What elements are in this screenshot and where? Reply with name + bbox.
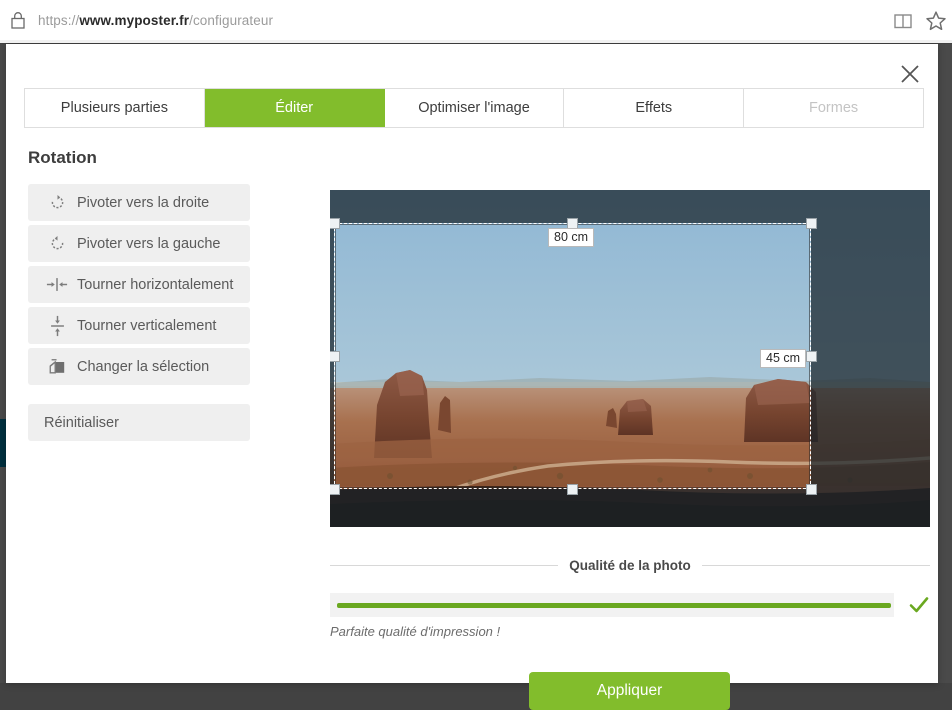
tab-editer[interactable]: Éditer [204,89,385,127]
flip-horizontal-icon [44,277,70,292]
reset-button[interactable]: Réinitialiser [28,404,250,441]
handle-bottom-right[interactable] [806,484,817,495]
rotate-left-label: Pivoter vers la gauche [77,235,221,252]
star-icon[interactable] [924,9,948,33]
rotate-right-button[interactable]: Pivoter vers la droite [28,184,250,221]
handle-middle-right[interactable] [806,351,817,362]
url-path: /configurateur [189,12,274,28]
rule-left [330,564,559,566]
quality-caption: Parfaite qualité d'impression ! [330,624,501,639]
rotate-left-icon [44,235,70,252]
quality-fill [337,602,891,608]
change-selection-label: Changer la sélection [77,358,210,375]
rotate-right-icon [44,194,70,211]
handle-middle-left[interactable] [330,351,340,362]
url-host: www.myposter.fr [79,12,190,28]
backdrop-right-strip [938,44,952,693]
handle-bottom-center[interactable] [567,484,578,495]
handle-bottom-left[interactable] [330,484,340,495]
quality-title: Qualité de la photo [569,557,691,573]
width-dimension-label[interactable]: 80 cm [548,228,595,247]
flip-vertical-label: Tourner verticalement [77,317,217,334]
page-title: Rotation [28,148,97,167]
handle-top-right[interactable] [806,218,817,229]
tab-formes: Formes [744,89,923,127]
handle-top-left[interactable] [330,218,340,229]
rotation-sidebar: Rotation Pivoter vers la droite Pivoter … [28,148,272,445]
lock-icon [9,10,27,30]
height-dimension-label[interactable]: 45 cm [760,349,807,368]
rule-right [701,564,931,566]
quality-meter [330,592,930,618]
check-icon [908,594,930,616]
tab-optimiser-image[interactable]: Optimiser l'image [384,89,565,127]
close-icon[interactable] [893,57,927,91]
quality-track [330,593,894,617]
rotate-left-button[interactable]: Pivoter vers la gauche [28,225,250,262]
change-selection-button[interactable]: Changer la sélection [28,348,250,385]
tab-plusieurs-parties[interactable]: Plusieurs parties [25,89,205,127]
flip-horizontal-button[interactable]: Tourner horizontalement [28,266,250,303]
image-canvas[interactable]: 80 cm 45 cm [330,190,930,527]
flip-vertical-icon [44,315,70,337]
selection-preview [334,223,811,489]
editor-modal: Plusieurs parties Éditer Optimiser l'ima… [6,44,938,710]
browser-toolbar-actions [891,0,948,41]
url-input[interactable]: https://www.myposter.fr/configurateur [38,13,273,28]
rotate-right-label: Pivoter vers la droite [77,194,210,211]
flip-horizontal-label: Tourner horizontalement [77,276,234,293]
url-scheme: https:// [38,12,80,28]
change-selection-icon [44,358,70,375]
reading-view-icon[interactable] [891,9,915,33]
tab-bar: Plusieurs parties Éditer Optimiser l'ima… [24,88,924,128]
tab-effets[interactable]: Effets [564,89,745,127]
quality-section-header: Qualité de la photo [330,556,931,574]
flip-vertical-button[interactable]: Tourner verticalement [28,307,250,344]
backdrop-bottom-strip [0,683,952,693]
apply-button[interactable]: Appliquer [529,672,730,710]
reset-label: Réinitialiser [44,414,119,431]
browser-address-bar: https://www.myposter.fr/configurateur [0,0,952,43]
